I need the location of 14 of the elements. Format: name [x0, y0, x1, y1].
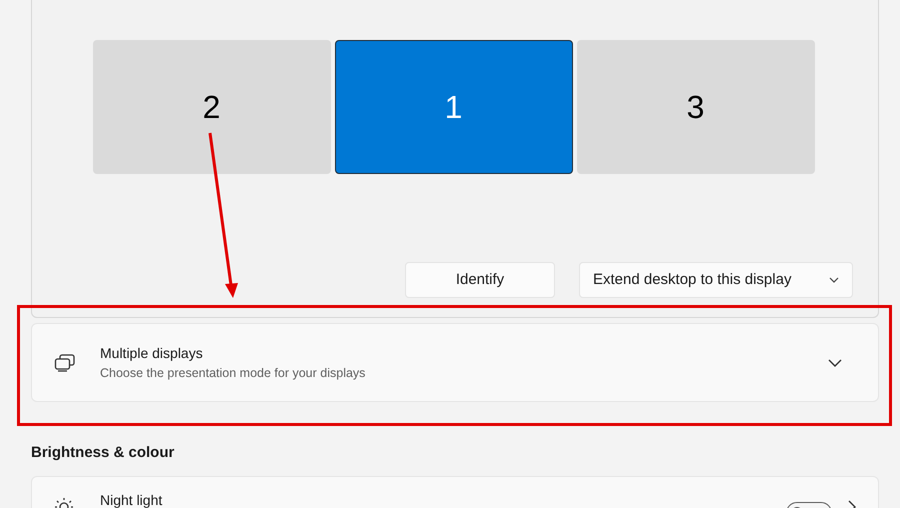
- multiple-displays-icon: [54, 354, 76, 372]
- display-tile[interactable]: 2: [92, 40, 330, 174]
- card-title: Multiple displays: [100, 344, 204, 363]
- display-tile[interactable]: 3: [576, 40, 814, 174]
- chevron-down-icon[interactable]: [828, 358, 842, 366]
- settings-card[interactable]: Night light: [31, 476, 879, 508]
- chevron-down-icon: [829, 277, 839, 283]
- display-tile[interactable]: 1: [334, 40, 572, 174]
- section-heading: Brightness & colour: [31, 443, 176, 463]
- display-mode-dropdown[interactable]: Extend desktop to this display: [579, 262, 853, 298]
- identify-button[interactable]: Identify: [405, 262, 555, 298]
- settings-card[interactable]: Multiple displays Choose the presentation mode for your displays: [31, 323, 879, 402]
- setting-title: Night light: [100, 490, 162, 508]
- card-subtitle: Choose the presentation mode for your displays: [100, 364, 366, 382]
